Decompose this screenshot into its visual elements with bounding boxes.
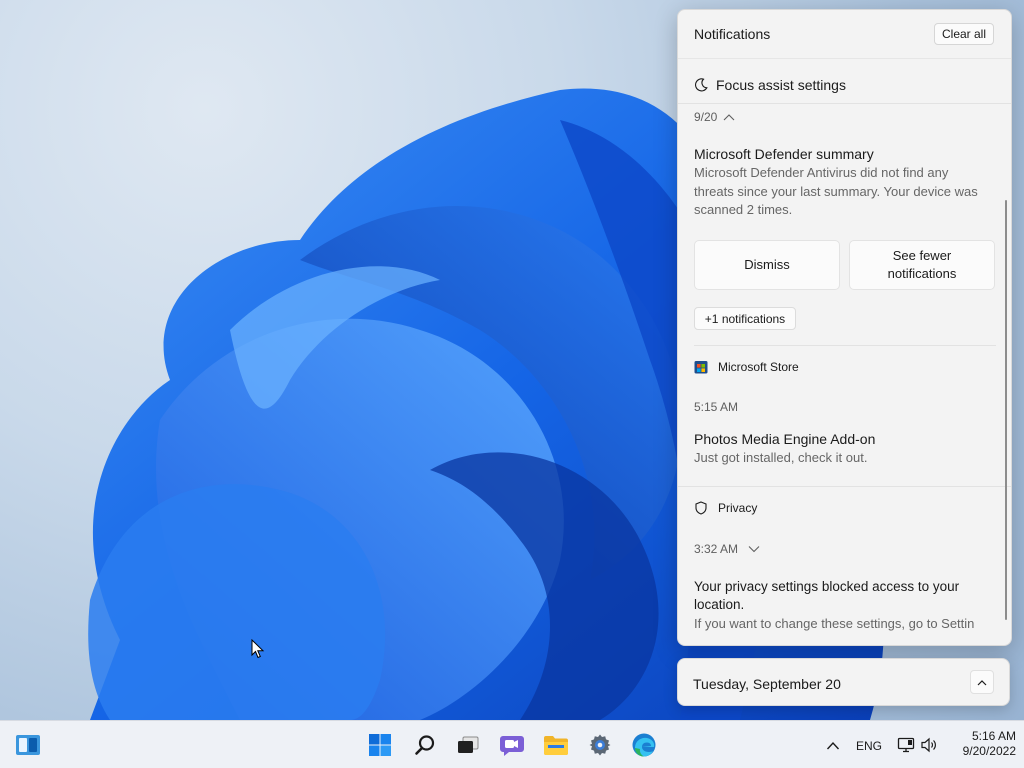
defender-title: Microsoft Defender summary (694, 146, 874, 162)
chat-icon (500, 736, 524, 756)
scrollbar-thumb[interactable] (1005, 200, 1007, 620)
chevron-up-icon (826, 741, 840, 749)
notification-separator (678, 486, 1011, 487)
folder-icon (544, 736, 568, 755)
see-fewer-notifications-button[interactable]: See fewer notifications (849, 240, 995, 290)
privacy-notification-title: Your privacy settings blocked access to … (694, 578, 959, 614)
store-notification-title: Photos Media Engine Add-on (694, 431, 876, 447)
privacy-title-line: Your privacy settings blocked access to … (694, 579, 960, 594)
show-hidden-icons-button[interactable] (818, 729, 848, 761)
network-button[interactable] (895, 729, 917, 761)
moon-icon (695, 77, 708, 91)
taskbar-clock[interactable]: 5:16 AM 9/20/2022 (946, 729, 1016, 759)
calendar-flyout-bar: Tuesday, September 20 (677, 658, 1010, 706)
see-fewer-line: notifications (887, 266, 957, 281)
defender-body-line: Microsoft Defender Antivirus did not fin… (694, 165, 949, 180)
search-icon (415, 735, 435, 755)
date-group-label: 9/20 (694, 110, 718, 124)
dismiss-button[interactable]: Dismiss (694, 240, 840, 290)
start-button[interactable] (364, 729, 396, 761)
defender-body: Microsoft Defender Antivirus did not fin… (694, 164, 1004, 220)
privacy-app-header: Privacy (694, 501, 757, 515)
store-time: 5:15 AM (694, 400, 739, 414)
date-group-header[interactable]: 9/20 (694, 110, 735, 124)
widgets-icon (16, 735, 40, 755)
notifications-panel: Notifications Clear all Focus assist set… (677, 9, 1012, 646)
settings-button[interactable] (584, 729, 616, 761)
privacy-app-name: Privacy (718, 501, 758, 515)
defender-body-line: threats since your last summary. Your de… (694, 183, 978, 199)
search-button[interactable] (409, 729, 441, 761)
edge-icon (632, 733, 656, 757)
widgets-button[interactable] (12, 729, 44, 761)
store-notification-body: Just got installed, check it out. (694, 450, 868, 465)
volume-button[interactable] (918, 729, 940, 761)
chat-button[interactable] (496, 729, 528, 761)
privacy-time-row[interactable]: 3:32 AM (694, 542, 760, 556)
focus-assist-settings-link[interactable]: Focus assist settings (678, 66, 1011, 104)
task-view-icon (458, 736, 479, 753)
privacy-notification-body: If you want to change these settings, go… (694, 616, 975, 631)
task-view-button[interactable] (452, 729, 484, 761)
windows-logo-icon (369, 734, 391, 756)
mouse-cursor-icon (251, 639, 265, 659)
clock-time: 5:16 AM (971, 729, 1016, 743)
notifications-title: Notifications (694, 26, 771, 42)
chevron-down-icon (748, 546, 760, 553)
edge-browser-button[interactable] (628, 729, 660, 761)
microsoft-store-icon (694, 361, 708, 374)
calendar-expand-button[interactable] (970, 670, 994, 694)
clock-date: 9/20/2022 (962, 744, 1016, 758)
privacy-time: 3:32 AM (694, 542, 739, 556)
chevron-up-icon (977, 679, 987, 685)
clear-all-button[interactable]: Clear all (934, 23, 994, 45)
see-fewer-line: See fewer (892, 248, 952, 263)
defender-body-line: scanned 2 times. (694, 202, 793, 217)
notifications-list[interactable]: 9/20 Microsoft Defender summary Microsof… (678, 105, 1011, 645)
store-app-name: Microsoft Store (718, 360, 799, 374)
more-notifications-button[interactable]: +1 notifications (694, 307, 796, 330)
input-language-indicator[interactable]: ENG (856, 739, 882, 753)
focus-assist-label: Focus assist settings (716, 76, 846, 93)
taskbar: ENG 5:16 AM 9/20/2022 (0, 720, 1024, 768)
notification-separator (694, 345, 996, 346)
gear-icon (589, 734, 611, 756)
privacy-title-line: location. (694, 597, 745, 612)
file-explorer-button[interactable] (540, 729, 572, 761)
notifications-header: Notifications Clear all (678, 10, 1011, 58)
header-divider (678, 58, 1011, 59)
store-app-header: Microsoft Store (694, 360, 799, 374)
speaker-volume-icon (921, 737, 936, 753)
network-wired-icon (897, 737, 915, 753)
chevron-up-icon (723, 114, 735, 121)
calendar-date: Tuesday, September 20 (693, 676, 841, 692)
shield-icon (695, 501, 707, 515)
